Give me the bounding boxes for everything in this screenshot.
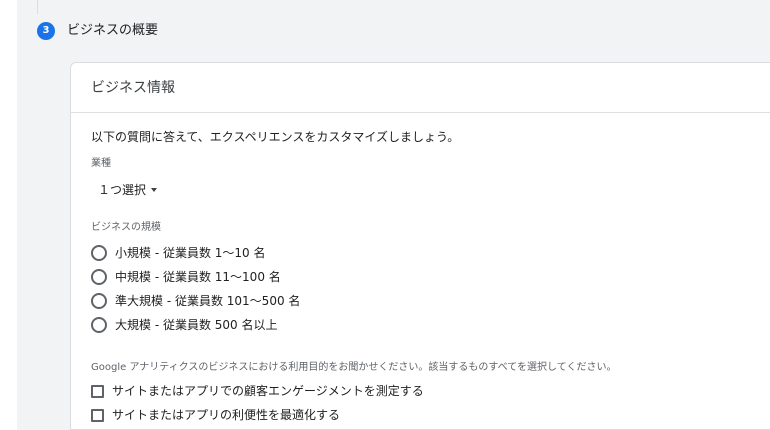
industry-label: 業種 <box>91 158 111 169</box>
industry-dropdown-value: １つ選択 <box>98 183 147 197</box>
radio-option-large[interactable]: 大規模 - 従業員数 500 名以上 <box>91 317 278 333</box>
card-title: ビジネス情報 <box>91 80 175 96</box>
caret-down-icon <box>151 188 158 192</box>
usage-question: Google アナリティクスのビジネスにおける利用目的をお聞かせください。該当す… <box>91 362 617 373</box>
checkbox-icon[interactable] <box>91 384 104 398</box>
checkbox-icon[interactable] <box>91 408 104 422</box>
checkbox-label: サイトまたはアプリの利便性を最適化する <box>112 408 341 422</box>
checkbox-option-engagement[interactable]: サイトまたはアプリでの顧客エンゲージメントを測定する <box>91 383 424 399</box>
checkbox-label: サイトまたはアプリでの顧客エンゲージメントを測定する <box>112 384 424 398</box>
step-title: ビジネスの概要 <box>67 23 159 38</box>
radio-label: 準大規模 - 従業員数 101～500 名 <box>115 294 301 308</box>
business-size-label: ビジネスの規模 <box>91 222 161 233</box>
radio-option-semi-large[interactable]: 準大規模 - 従業員数 101～500 名 <box>91 293 300 309</box>
checkbox-option-optimize[interactable]: サイトまたはアプリの利便性を最適化する <box>91 407 340 423</box>
radio-option-small[interactable]: 小規模 - 従業員数 1～10 名 <box>91 245 266 261</box>
radio-label: 大規模 - 従業員数 500 名以上 <box>115 318 278 332</box>
intro-text: 以下の質問に答えて、エクスペリエンスをカスタマイズしましょう。 <box>91 130 460 144</box>
radio-circle-icon[interactable] <box>91 269 107 285</box>
step-number-badge: 3 <box>37 22 55 40</box>
radio-circle-icon[interactable] <box>91 245 107 261</box>
radio-circle-icon[interactable] <box>91 317 107 333</box>
radio-label: 中規模 - 従業員数 11～100 名 <box>115 270 281 284</box>
industry-dropdown[interactable]: １つ選択 <box>98 182 158 198</box>
setup-page: 3 ビジネスの概要 ビジネス情報 以下の質問に答えて、エクスペリエンスをカスタマ… <box>0 0 770 430</box>
radio-option-medium[interactable]: 中規模 - 従業員数 11～100 名 <box>91 269 281 285</box>
business-info-card: ビジネス情報 以下の質問に答えて、エクスペリエンスをカスタマイズしましょう。 業… <box>70 62 770 430</box>
card-header: ビジネス情報 <box>71 63 770 113</box>
radio-circle-icon[interactable] <box>91 293 107 309</box>
stepper-connector <box>37 0 38 14</box>
radio-label: 小規模 - 従業員数 1～10 名 <box>115 246 266 260</box>
